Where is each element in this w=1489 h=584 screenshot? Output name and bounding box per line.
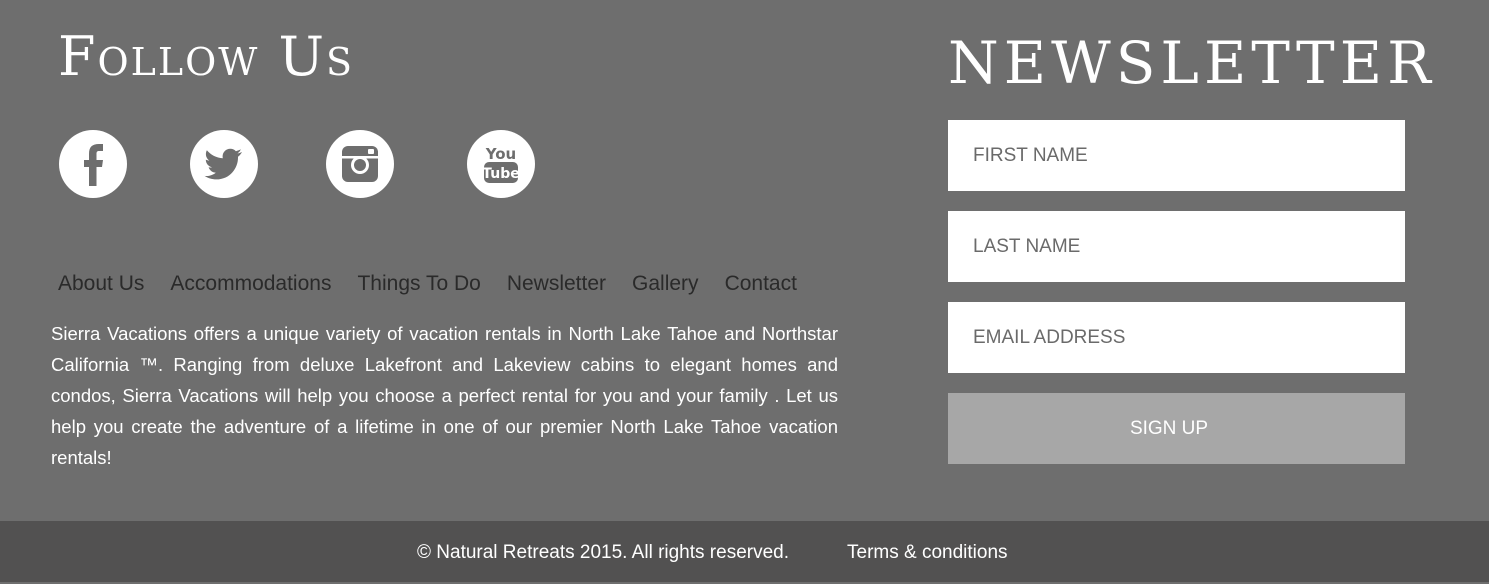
- terms-link[interactable]: Terms & conditions: [847, 521, 1008, 582]
- sign-up-button[interactable]: SIGN UP: [948, 393, 1405, 464]
- svg-text:You: You: [485, 145, 516, 163]
- bottom-bar: © Natural Retreats 2015. All rights rese…: [0, 521, 1489, 582]
- nav-newsletter[interactable]: Newsletter: [507, 272, 606, 296]
- copyright-text: © Natural Retreats 2015. All rights rese…: [417, 542, 790, 563]
- email-input[interactable]: [948, 302, 1405, 373]
- nav-gallery[interactable]: Gallery: [632, 272, 699, 296]
- nav-contact[interactable]: Contact: [725, 272, 797, 296]
- last-name-input[interactable]: [948, 211, 1405, 282]
- twitter-icon: [190, 130, 258, 198]
- footer-main: Follow Us You Tube About Us Accommodatio…: [0, 0, 1489, 521]
- follow-us-title: Follow Us: [58, 25, 355, 88]
- nav-things-to-do[interactable]: Things To Do: [357, 272, 480, 296]
- nav-accommodations[interactable]: Accommodations: [170, 272, 331, 296]
- instagram-link[interactable]: [326, 130, 394, 198]
- facebook-icon: [59, 130, 127, 198]
- newsletter-title: NEWSLETTER: [948, 29, 1436, 97]
- svg-text:Tube: Tube: [482, 166, 520, 182]
- footer-nav: About Us Accommodations Things To Do New…: [58, 268, 797, 300]
- youtube-link[interactable]: You Tube: [467, 130, 535, 198]
- youtube-icon: You Tube: [467, 130, 535, 198]
- instagram-icon: [326, 130, 394, 198]
- nav-about-us[interactable]: About Us: [58, 272, 144, 296]
- twitter-link[interactable]: [190, 130, 258, 198]
- about-description: Sierra Vacations offers a unique variety…: [51, 323, 838, 468]
- facebook-link[interactable]: [59, 130, 127, 198]
- first-name-input[interactable]: [948, 120, 1405, 191]
